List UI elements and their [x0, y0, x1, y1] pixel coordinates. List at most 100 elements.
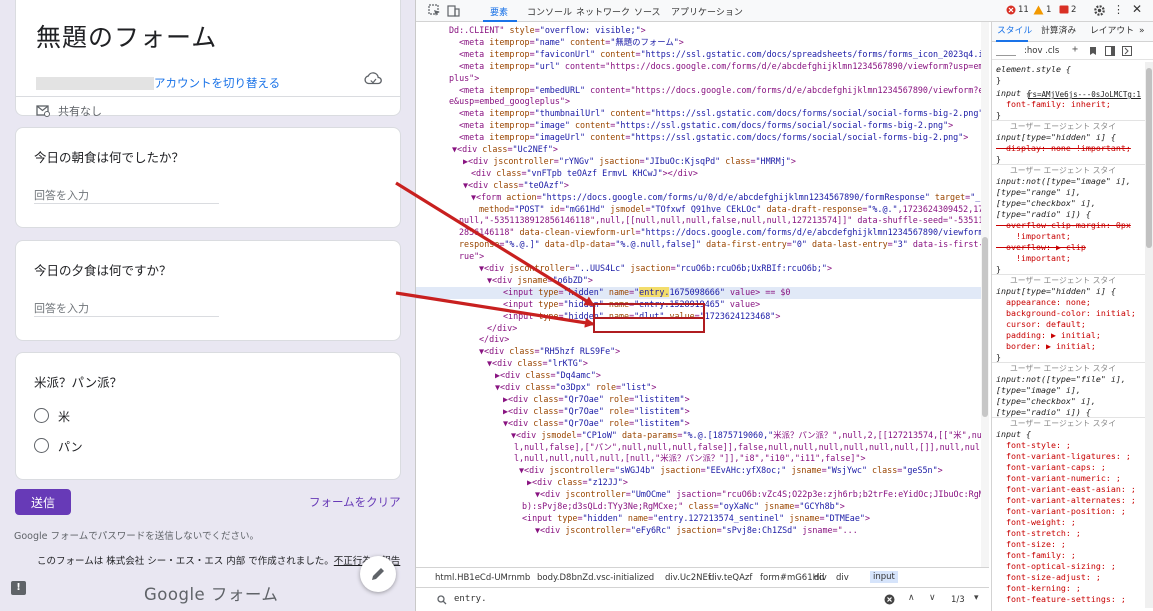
style-rule-line[interactable]: !important;: [996, 231, 1071, 242]
clear-search-icon[interactable]: [884, 594, 895, 605]
dom-node-line[interactable]: b):sPvj8e;d3sQLd:TYy3Ne;RgMCxe;" class="…: [416, 501, 989, 513]
inspect-element-icon[interactable]: [428, 4, 441, 17]
tab-sources[interactable]: ソース: [634, 5, 661, 18]
issues-count[interactable]: 2: [1071, 5, 1076, 15]
dom-node-line[interactable]: ▶<div class="Qr7Oae" role="listitem">: [416, 406, 989, 418]
style-rule-line[interactable]: font-variant-position: ;: [996, 506, 1126, 517]
dom-node-line[interactable]: 2856146118" data-clean-viewform-url="htt…: [416, 227, 989, 239]
elements-scrollbar[interactable]: [981, 22, 989, 567]
breadcrumb-item[interactable]: html.HB1eCd-UMrnmb: [435, 573, 530, 583]
style-rule-line[interactable]: background-color: initial;: [996, 308, 1136, 319]
close-icon[interactable]: ✕: [1132, 2, 1142, 16]
elements-tree[interactable]: Dd:.CLIENT" style="overflow: visible;"> <…: [416, 22, 989, 567]
next-match-icon[interactable]: ∨: [929, 593, 936, 603]
gear-icon[interactable]: [1093, 4, 1106, 17]
style-rule-line[interactable]: element.style {: [996, 64, 1071, 75]
style-rule-line[interactable]: appearance: none;: [996, 297, 1091, 308]
warning-count[interactable]: 1: [1046, 5, 1051, 15]
style-rule-line[interactable]: font-variant-numeric: ;: [996, 473, 1121, 484]
computed-sidebar-icon[interactable]: [1105, 46, 1115, 56]
style-rule-line[interactable]: ユーザー エージェント スタイ: [1010, 121, 1116, 132]
dom-node-line[interactable]: rue">: [416, 251, 989, 263]
style-rule-line[interactable]: [type="radio" i]) {: [996, 209, 1091, 220]
edit-form-button[interactable]: [360, 556, 396, 592]
style-rule-line[interactable]: font-variant-east-asian: ;: [996, 484, 1136, 495]
breadcrumb-item[interactable]: div.Uc2NEf: [665, 573, 711, 583]
dom-node-line[interactable]: <meta itemprop="embedURL" content="https…: [416, 85, 989, 97]
submit-button[interactable]: 送信: [15, 489, 71, 515]
style-rule-line[interactable]: ユーザー エージェント スタイ: [1010, 275, 1116, 286]
style-rule-line[interactable]: font-size-adjust: ;: [996, 572, 1101, 583]
breadcrumb-item[interactable]: div: [836, 573, 849, 583]
style-rule-line[interactable]: ユーザー エージェント スタイ: [1010, 165, 1116, 176]
elements-scrollbar-thumb[interactable]: [982, 237, 988, 417]
dom-node-line[interactable]: ▼<div class="o3Dpx" role="list">: [416, 382, 989, 394]
radio-rice[interactable]: [34, 408, 49, 423]
style-rule-line[interactable]: font-variant-caps: ;: [996, 462, 1106, 473]
style-rule-line[interactable]: font-stretch: ;: [996, 528, 1081, 539]
tab-styles[interactable]: スタイル: [997, 26, 1032, 37]
more-options-icon[interactable]: ⋮: [1113, 3, 1124, 16]
style-rule-line[interactable]: input {: [996, 88, 1031, 99]
dom-node-line[interactable]: ▼<div jscontroller="sWGJ4b" jsaction="EE…: [416, 465, 989, 477]
style-rule-line[interactable]: padding: ▶ initial;: [996, 330, 1101, 341]
dom-node-line[interactable]: ▼<div class="lrKTG">: [416, 358, 989, 370]
dom-node-line[interactable]: <meta itemprop="faviconUrl" content="htt…: [416, 49, 989, 61]
breadcrumb-item[interactable]: body.D8bnZd.vsc-initialized: [537, 573, 654, 583]
dom-node-line[interactable]: <input type="hidden" name="dlut" value="…: [416, 311, 989, 323]
style-rule-line[interactable]: [type="range" i],: [996, 187, 1081, 198]
hov-cls-toggles[interactable]: :hov .cls: [1024, 46, 1059, 57]
style-rule-line[interactable]: input[type="hidden" i] {: [996, 286, 1116, 297]
styles-scrollbar[interactable]: [1145, 62, 1153, 608]
style-rule-line[interactable]: font-family: ;: [996, 550, 1076, 561]
dom-node-line[interactable]: </div>: [416, 323, 989, 335]
breadcrumb-item-selected[interactable]: input: [870, 571, 898, 583]
dom-node-line[interactable]: e&usp=embed_googleplus">: [416, 96, 989, 108]
style-rule-line[interactable]: font-optical-sizing: ;: [996, 561, 1116, 572]
feedback-icon[interactable]: !: [11, 581, 26, 595]
style-rule-line[interactable]: font-feature-settings: ;: [996, 594, 1126, 605]
style-rule-line[interactable]: ユーザー エージェント スタイ: [1010, 418, 1116, 429]
tab-computed[interactable]: 計算済み: [1041, 26, 1076, 37]
dom-node-line[interactable]: l,null,null,null,null,[null,"米派？パン派？"]],…: [416, 453, 989, 465]
dom-node-line[interactable]: ▼<div jsname="o6bZD">: [416, 275, 989, 287]
style-rule-line[interactable]: }: [996, 75, 1001, 86]
search-input[interactable]: entry.: [454, 594, 487, 604]
new-rule-icon[interactable]: +: [1072, 44, 1078, 55]
style-rule-line[interactable]: font-size: ;: [996, 539, 1066, 550]
style-rule-line[interactable]: font-family: inherit;: [996, 99, 1111, 110]
dom-node-line[interactable]: <div class="vnFTpb teOAzf ErmvL KHCwJ"><…: [416, 168, 989, 180]
style-rule-line[interactable]: font-weight: ;: [996, 517, 1076, 528]
dom-node-line[interactable]: response="%.@.]" data-dlp-data="%.@.null…: [416, 239, 989, 251]
breadcrumb-item[interactable]: div: [814, 573, 827, 583]
previous-match-icon[interactable]: ∧: [908, 593, 915, 603]
breadcrumb-item[interactable]: div.teQAzf: [709, 573, 752, 583]
style-rule-line[interactable]: display: none !important;: [996, 143, 1131, 154]
dom-node-line[interactable]: <meta itemprop="image" content="https://…: [416, 120, 989, 132]
dom-node-line[interactable]: </div>: [416, 334, 989, 346]
dom-node-line[interactable]: ▼<div jscontroller="eFy6Rc" jsaction="sP…: [416, 525, 989, 537]
style-rule-line[interactable]: font-variant-ligatures: ;: [996, 451, 1131, 462]
radio-bread[interactable]: [34, 438, 49, 453]
tab-console[interactable]: コンソール: [527, 5, 572, 18]
dom-node-line[interactable]: method="POST" id="mG61Hd" jsmodel="TOfxw…: [416, 204, 989, 216]
dom-node-line[interactable]: l,null,false],["パン",null,null,null,false…: [416, 442, 989, 454]
answer-input[interactable]: 回答を入力: [34, 187, 89, 203]
element-state-icon[interactable]: [1088, 46, 1098, 56]
cloud-icon[interactable]: [364, 72, 382, 86]
scroll-down-icon[interactable]: ▾: [974, 593, 979, 603]
style-rule-line[interactable]: font-style: ;: [996, 440, 1071, 451]
dom-node-line[interactable]: ▼<form action="https://docs.google.com/f…: [416, 192, 989, 204]
style-rule-line[interactable]: [type="checkbox" i],: [996, 198, 1096, 209]
styles-scrollbar-thumb[interactable]: [1146, 68, 1152, 248]
dom-node-line[interactable]: <meta itemprop="name" content="無題のフォーム">: [416, 37, 989, 49]
answer-input[interactable]: 回答を入力: [34, 300, 89, 316]
dom-node-line[interactable]: ▶<div class="Qr7Oae" role="listitem">: [416, 394, 989, 406]
dom-node-line[interactable]: ▶<div class="Dq4amc">: [416, 370, 989, 382]
selected-node-line[interactable]: <input type="hidden" name="entry.1675098…: [416, 286, 989, 299]
dom-node-line[interactable]: <meta itemprop="url" content="https://do…: [416, 61, 989, 73]
dom-node-line[interactable]: plus">: [416, 73, 989, 85]
dom-node-line[interactable]: <input type="hidden" name="entry.1272135…: [416, 513, 989, 525]
style-rule-line[interactable]: border: ▶ initial;: [996, 341, 1096, 352]
device-toolbar-icon[interactable]: [447, 4, 460, 17]
